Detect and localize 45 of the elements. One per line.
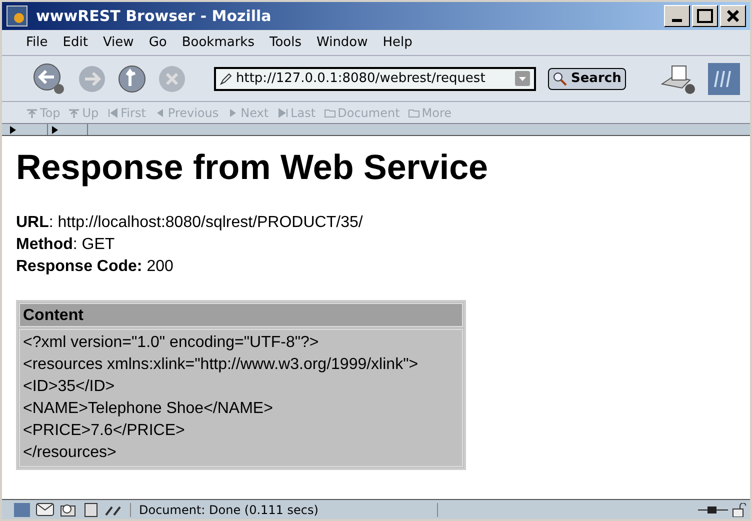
first-icon	[106, 106, 119, 118]
logo-icon	[708, 62, 740, 94]
url-field[interactable]: http://127.0.0.1:8080/webrest/request	[214, 66, 536, 90]
close-button[interactable]	[720, 5, 746, 27]
maximize-button[interactable]	[692, 5, 718, 27]
minimize-button[interactable]	[664, 5, 690, 27]
back-icon[interactable]	[32, 62, 66, 96]
menu-item[interactable]: Edit	[62, 32, 88, 52]
field-line: URL: http://localhost:8080/sqlrest/PRODUCT/35/	[16, 213, 364, 233]
app-logo-icon	[6, 5, 28, 27]
field-line: Method: GET	[16, 235, 116, 255]
address-book-icon[interactable]	[84, 502, 98, 516]
folder-icon	[324, 106, 336, 118]
table-header: Content	[19, 303, 463, 327]
last-icon	[276, 106, 289, 118]
menu-item[interactable]: Bookmarks	[182, 32, 254, 52]
url-text: http://127.0.0.1:8080/webrest/request	[236, 70, 486, 88]
mail-icon[interactable]	[36, 503, 54, 516]
field-line: Response Code: 200	[16, 257, 174, 277]
connection-icon	[698, 504, 728, 514]
pencil-icon	[220, 72, 232, 84]
table-cell: <?xml version="1.0" encoding="UTF-8"?> <resources xmlns:xlink="http://www.w3.org/1999/xlink"> <ID>35</ID> <NAME>Telephone Shoe</NAME> <PRICE>7.6</PRICE> </resources>	[19, 329, 463, 467]
close-icon	[727, 10, 739, 22]
menu-item[interactable]: Window	[316, 32, 368, 52]
status-text: Document: Done (0.111 secs)	[138, 502, 320, 518]
page-heading: Response from Web Service	[16, 147, 490, 189]
maximize-icon	[697, 9, 713, 23]
menu-item[interactable]: File	[26, 32, 48, 52]
printer-icon[interactable]	[660, 64, 696, 94]
window-title: wwwREST Browser - Mozilla	[36, 6, 272, 27]
minimize-icon	[672, 19, 682, 22]
menu-item[interactable]: Help	[382, 32, 412, 52]
menu-item[interactable]: Tools	[269, 32, 302, 52]
reload-icon[interactable]	[118, 64, 146, 92]
menu-item[interactable]: View	[102, 32, 134, 52]
arrow-right-icon[interactable]	[10, 126, 16, 134]
up-icon	[68, 106, 80, 118]
padlock-icon	[732, 502, 746, 516]
search-icon	[553, 72, 567, 86]
folder-icon	[408, 106, 420, 118]
search-button[interactable]: Search	[548, 68, 626, 90]
arrow-right-icon[interactable]	[52, 126, 58, 134]
menu-item[interactable]: Go	[148, 32, 167, 52]
dropdown-icon[interactable]	[515, 71, 530, 86]
up-icon	[26, 106, 38, 118]
